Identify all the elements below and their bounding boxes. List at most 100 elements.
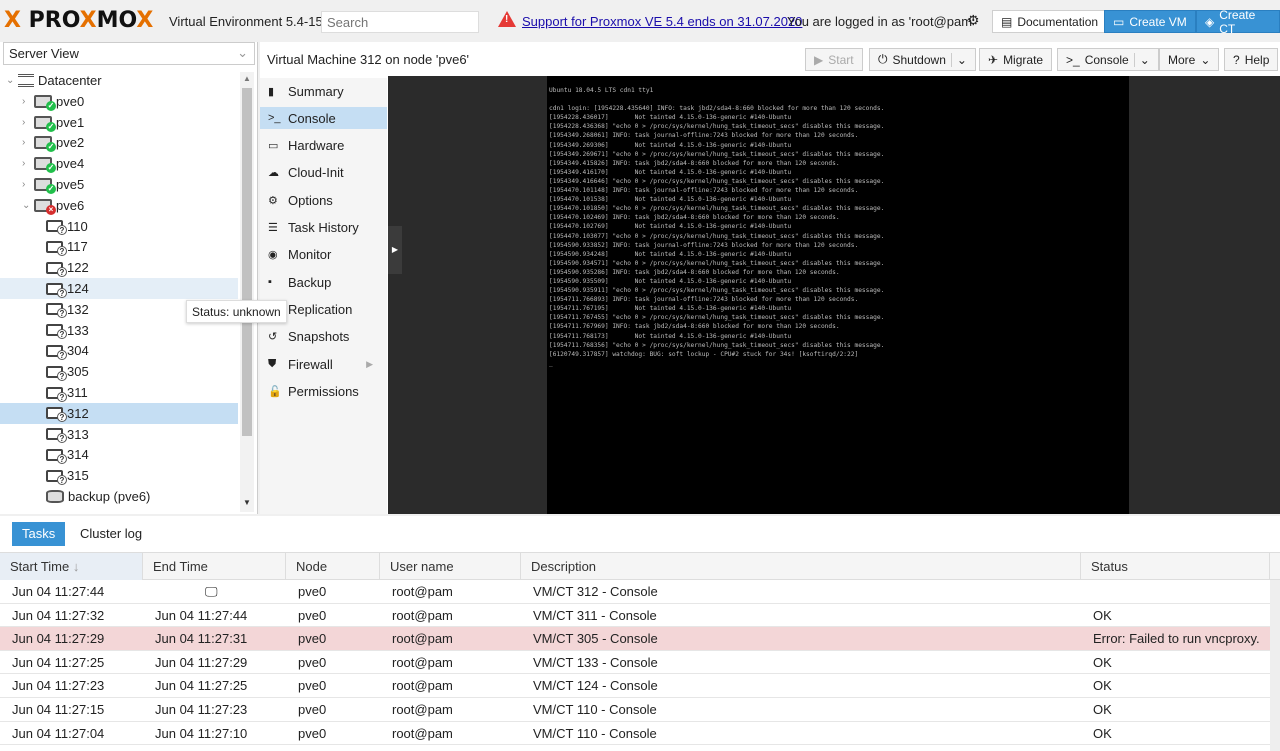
- table-row[interactable]: Jun 04 11:27:15 Jun 04 11:27:23 pve0 root@p…: [0, 698, 1270, 722]
- tree-item-backup-pve6-[interactable]: backup (pve6): [0, 486, 238, 507]
- table-row[interactable]: Jun 04 11:27:23 Jun 04 11:27:25 pve0 root@p…: [0, 674, 1270, 698]
- migrate-button[interactable]: ✈ Migrate: [979, 48, 1053, 71]
- column-header-user-name[interactable]: User name: [380, 553, 521, 580]
- scroll-up-icon[interactable]: ▲: [243, 74, 251, 83]
- start-button[interactable]: ▶ Start: [805, 48, 863, 71]
- datacenter-icon: [18, 74, 34, 87]
- column-header-start-time[interactable]: Start Time ↓: [0, 553, 143, 580]
- menu-item-permissions[interactable]: 🔓 Permissions: [260, 380, 387, 402]
- column-header-node[interactable]: Node: [286, 553, 380, 580]
- tree-item-122[interactable]: ? 122: [0, 257, 238, 278]
- tree-item-label: pve6: [56, 197, 85, 213]
- collapsed-arrow-icon[interactable]: ›: [22, 96, 34, 107]
- tree-item-314[interactable]: ? 314: [0, 444, 238, 465]
- scroll-down-icon[interactable]: ▼: [243, 498, 251, 507]
- tree-item-312[interactable]: ? 312: [0, 402, 238, 424]
- console-button[interactable]: >_ Console ⌄: [1057, 48, 1159, 71]
- expanded-arrow-icon[interactable]: ⌄: [22, 200, 34, 211]
- chevron-down-icon[interactable]: ⌄: [1133, 52, 1150, 67]
- tree-item-pve6[interactable]: ⌄ × pve6: [0, 195, 238, 216]
- cell-node: pve0: [298, 702, 327, 717]
- menu-item-hardware[interactable]: ▭ Hardware: [260, 135, 387, 157]
- menu-item-monitor[interactable]: ◉ Monitor: [260, 244, 387, 266]
- view-selector[interactable]: Server View ⌄: [3, 42, 255, 65]
- chevron-down-icon[interactable]: ⌄: [950, 52, 967, 67]
- cloud-icon: ☁: [268, 167, 279, 180]
- cell-user: root@pam: [392, 631, 453, 647]
- collapsed-arrow-icon[interactable]: ›: [22, 179, 34, 190]
- collapsed-arrow-icon[interactable]: ›: [22, 117, 34, 128]
- tree-item-304[interactable]: ? 304: [0, 340, 238, 361]
- menu-item-console[interactable]: >_ Console: [260, 107, 387, 130]
- cell-status: OK: [1093, 654, 1112, 670]
- check-badge-icon: ✓: [46, 121, 56, 132]
- cell-desc: VM/CT 124 - Console: [533, 678, 658, 694]
- table-row[interactable]: Jun 04 11:27:04 Jun 04 11:27:10 pve0 root@p…: [0, 722, 1270, 746]
- column-header-end-time[interactable]: End Time: [143, 553, 286, 580]
- console-screen[interactable]: Ubuntu 18.04.5 LTS cdn1 tty1 cdn1 login:…: [547, 76, 1129, 514]
- tree-item-label: 305: [67, 364, 89, 380]
- desktop-icon: ▭: [268, 140, 279, 153]
- tree-item-pve5[interactable]: › ✓ pve5: [0, 174, 238, 195]
- search-input[interactable]: [321, 11, 479, 33]
- tab-tasks[interactable]: Tasks: [12, 522, 66, 546]
- table-row[interactable]: Jun 04 11:27:25 Jun 04 11:27:29 pve0 root@p…: [0, 651, 1270, 675]
- menu-item-firewall[interactable]: ⛊ Firewall ▶: [260, 353, 387, 375]
- console-area[interactable]: ▶ Ubuntu 18.04.5 LTS cdn1 tty1 cdn1 logi…: [388, 76, 1280, 514]
- tree-item-117[interactable]: ? 117: [0, 236, 238, 257]
- tree-item-label: 132: [67, 301, 89, 317]
- tree-item-Datacenter[interactable]: ⌄ Datacenter: [0, 70, 238, 91]
- documentation-button[interactable]: ▤ Documentation: [992, 10, 1108, 33]
- expanded-arrow-icon[interactable]: ⌄: [6, 75, 18, 86]
- help-button[interactable]: ? Help: [1224, 48, 1279, 71]
- support-link[interactable]: Support for Proxmox VE 5.4 ends on 31.07…: [522, 14, 802, 29]
- menu-item-task-history[interactable]: ☰ Task History: [260, 217, 387, 239]
- menu-item-backup[interactable]: ▪ Backup: [260, 271, 387, 293]
- tree-item-pve1[interactable]: › ✓ pve1: [0, 112, 238, 133]
- tree-item-110[interactable]: ? 110: [0, 216, 238, 237]
- tree-item-pve0[interactable]: › ✓ pve0: [0, 91, 238, 112]
- tree-item-124[interactable]: ? 124: [0, 278, 238, 299]
- tree-item-305[interactable]: ? 305: [0, 361, 238, 382]
- help-icon: ?: [1233, 52, 1240, 67]
- create-vm-button[interactable]: ▭ Create VM: [1104, 10, 1196, 33]
- vm-unknown-icon: ?: [46, 220, 67, 236]
- tab-cluster-log[interactable]: Cluster log: [70, 522, 152, 546]
- question-badge-icon: ?: [57, 245, 67, 256]
- gear-icon[interactable]: ⚙: [967, 12, 980, 29]
- tree-item-pve2[interactable]: › ✓ pve2: [0, 132, 238, 153]
- cell-start: Jun 04 11:27:32: [12, 607, 105, 623]
- menu-item-options[interactable]: ⚙ Options: [260, 189, 387, 211]
- table-row[interactable]: Jun 04 11:27:29 Jun 04 11:27:31 pve0 root@p…: [0, 627, 1270, 651]
- menu-item-cloud-init[interactable]: ☁ Cloud-Init: [260, 162, 387, 184]
- vm-unknown-icon: ?: [46, 240, 67, 256]
- cell-desc: VM/CT 311 - Console: [533, 607, 657, 623]
- check-badge-icon: ✓: [46, 100, 56, 111]
- tree-item-pve4[interactable]: › ✓ pve4: [0, 153, 238, 174]
- tree-scrollbar-thumb[interactable]: [242, 88, 252, 436]
- table-row[interactable]: Jun 04 11:27:44 🖵 pve0 root@pam VM/CT 312 - …: [0, 580, 1270, 604]
- power-icon: ⏻: [878, 52, 888, 66]
- menu-item-summary[interactable]: ▮ Summary: [260, 80, 387, 102]
- play-icon: ▶: [814, 52, 824, 67]
- column-header-status[interactable]: Status: [1081, 553, 1270, 580]
- server-icon: ✓: [34, 94, 56, 111]
- collapsed-arrow-icon[interactable]: ›: [22, 158, 34, 169]
- collapsed-arrow-icon[interactable]: ›: [22, 137, 34, 148]
- tree-item-315[interactable]: ? 315: [0, 465, 238, 486]
- tree-item-label: Datacenter: [38, 73, 102, 88]
- cell-user: root@pam: [392, 654, 453, 670]
- column-header-description[interactable]: Description: [521, 553, 1081, 580]
- create-ct-button[interactable]: ◈ Create CT: [1196, 8, 1280, 36]
- tree-item-313[interactable]: ? 313: [0, 424, 238, 445]
- tree-item-label: 117: [67, 239, 88, 255]
- grid-scrollbar[interactable]: [1270, 580, 1280, 751]
- more-button[interactable]: More ⌄: [1159, 48, 1220, 71]
- table-row[interactable]: Jun 04 11:27:32 Jun 04 11:27:44 pve0 root@p…: [0, 604, 1270, 628]
- server-icon: ×: [34, 198, 56, 215]
- tree-item-311[interactable]: ? 311: [0, 382, 238, 403]
- shutdown-button[interactable]: ⏻ Shutdown ⌄: [869, 48, 976, 71]
- cell-start: Jun 04 11:27:25: [12, 654, 105, 670]
- menu-item-snapshots[interactable]: ↺ Snapshots: [260, 326, 387, 348]
- expand-handle-icon[interactable]: ▶: [388, 226, 402, 274]
